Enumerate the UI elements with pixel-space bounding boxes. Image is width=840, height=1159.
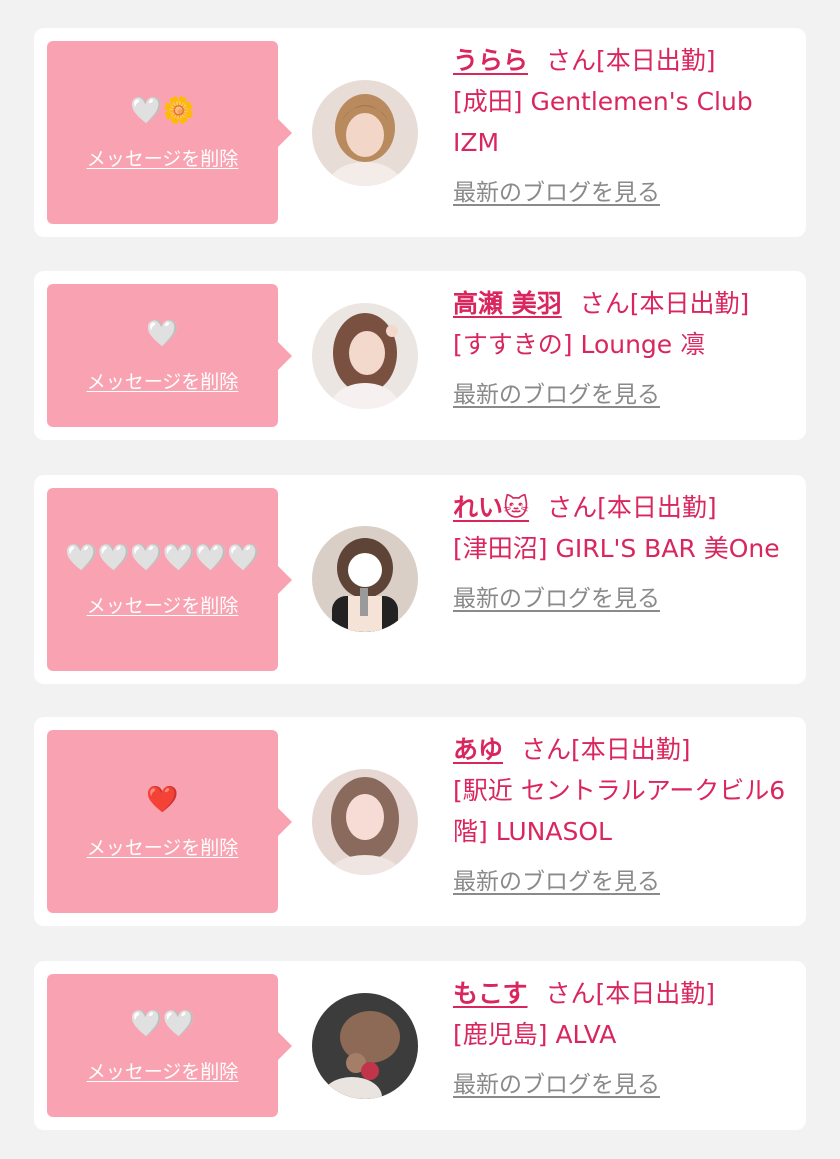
girl-name-link[interactable]: あゆ (453, 735, 503, 764)
girl-info: あゆ さん[本日出勤] [駅近 セントラルアークビル6階] LUNASOL 最新の… (453, 729, 786, 903)
message-card: ❤️ メッセージを削除 あゆ さん[本日出勤] [駅近 セントラルアークビル6階]… (34, 717, 806, 926)
delete-message-button[interactable]: メッセージを削除 (87, 144, 239, 171)
status-text: さん[本日出勤] (546, 46, 716, 75)
reaction-emoji: 🤍🤍🤍🤍🤍🤍 (65, 543, 260, 573)
avatar[interactable] (312, 769, 418, 875)
profile-photo-icon (312, 303, 418, 409)
reaction-emoji: ❤️ (146, 785, 179, 815)
status-text: さん[本日出勤] (579, 289, 750, 318)
shop-name: [鹿児島] ALVA (453, 1020, 617, 1049)
girl-info: 高瀬 美羽 さん[本日出勤] [すすきの] Lounge 凛 最新のブログを見る (453, 283, 786, 416)
blog-link[interactable]: 最新のブログを見る (453, 173, 660, 214)
blog-link[interactable]: 最新のブログを見る (453, 862, 660, 903)
girl-info: もこす さん[本日出勤] [鹿児島] ALVA 最新のブログを見る (453, 973, 786, 1106)
shop-name: [駅近 セントラルアークビル6階] LUNASOL (453, 776, 786, 846)
reaction-bubble: 🤍🤍🤍🤍🤍🤍 メッセージを削除 (47, 488, 278, 671)
avatar[interactable] (312, 80, 418, 186)
delete-message-button[interactable]: メッセージを削除 (87, 367, 239, 394)
girl-name-link[interactable]: れい🐱 (453, 493, 529, 522)
reaction-emoji: 🤍 (146, 319, 179, 349)
reaction-bubble: 🤍 メッセージを削除 (47, 284, 278, 427)
reaction-emoji: 🤍🤍 (130, 1009, 195, 1039)
status-text: さん[本日出勤] (547, 493, 717, 522)
shop-name: [成田] Gentlemen's Club IZM (453, 87, 753, 157)
reaction-bubble: ❤️ メッセージを削除 (47, 730, 278, 913)
profile-photo-icon (312, 526, 418, 632)
girl-name-link[interactable]: もこす (453, 979, 528, 1008)
reaction-bubble: 🤍🤍 メッセージを削除 (47, 974, 278, 1117)
avatar[interactable] (312, 526, 418, 632)
message-card: 🤍🤍🤍🤍🤍🤍 メッセージを削除 れい🐱 さん[本日出勤] [津田沼] GIRL'S… (34, 475, 806, 684)
message-card: 🤍🌼 メッセージを削除 うらら さん[本日出勤] [成田] Gentlemen's… (34, 28, 806, 237)
girl-name-link[interactable]: うらら (453, 46, 528, 75)
reaction-bubble: 🤍🌼 メッセージを削除 (47, 41, 278, 224)
avatar[interactable] (312, 303, 418, 409)
reaction-emoji: 🤍🌼 (130, 96, 195, 126)
delete-message-button[interactable]: メッセージを削除 (87, 1057, 239, 1084)
girl-info: うらら さん[本日出勤] [成田] Gentlemen's Club IZM 最新… (453, 40, 786, 214)
status-text: さん[本日出勤] (545, 979, 716, 1008)
shop-name: [津田沼] GIRL'S BAR 美One (453, 534, 780, 563)
shop-name: [すすきの] Lounge 凛 (453, 330, 706, 359)
message-card: 🤍🤍 メッセージを削除 もこす さん[本日出勤] [鹿児島] ALVA 最新のブロ… (34, 961, 806, 1130)
message-card: 🤍 メッセージを削除 高瀬 美羽 さん[本日出勤] [すすきの] Lounge 凛… (34, 271, 806, 440)
message-list: 🤍🌼 メッセージを削除 うらら さん[本日出勤] [成田] Gentlemen's… (0, 0, 840, 1159)
profile-photo-icon (312, 80, 418, 186)
delete-message-button[interactable]: メッセージを削除 (87, 833, 239, 860)
profile-photo-icon (312, 993, 418, 1099)
girl-info: れい🐱 さん[本日出勤] [津田沼] GIRL'S BAR 美One 最新のブログ… (453, 487, 786, 620)
status-text: さん[本日出勤] (521, 735, 691, 764)
avatar[interactable] (312, 993, 418, 1099)
profile-photo-icon (312, 769, 418, 875)
blog-link[interactable]: 最新のブログを見る (453, 579, 660, 620)
blog-link[interactable]: 最新のブログを見る (453, 1065, 660, 1106)
girl-name-link[interactable]: 高瀬 美羽 (453, 289, 562, 318)
blog-link[interactable]: 最新のブログを見る (453, 375, 660, 416)
delete-message-button[interactable]: メッセージを削除 (87, 591, 239, 618)
